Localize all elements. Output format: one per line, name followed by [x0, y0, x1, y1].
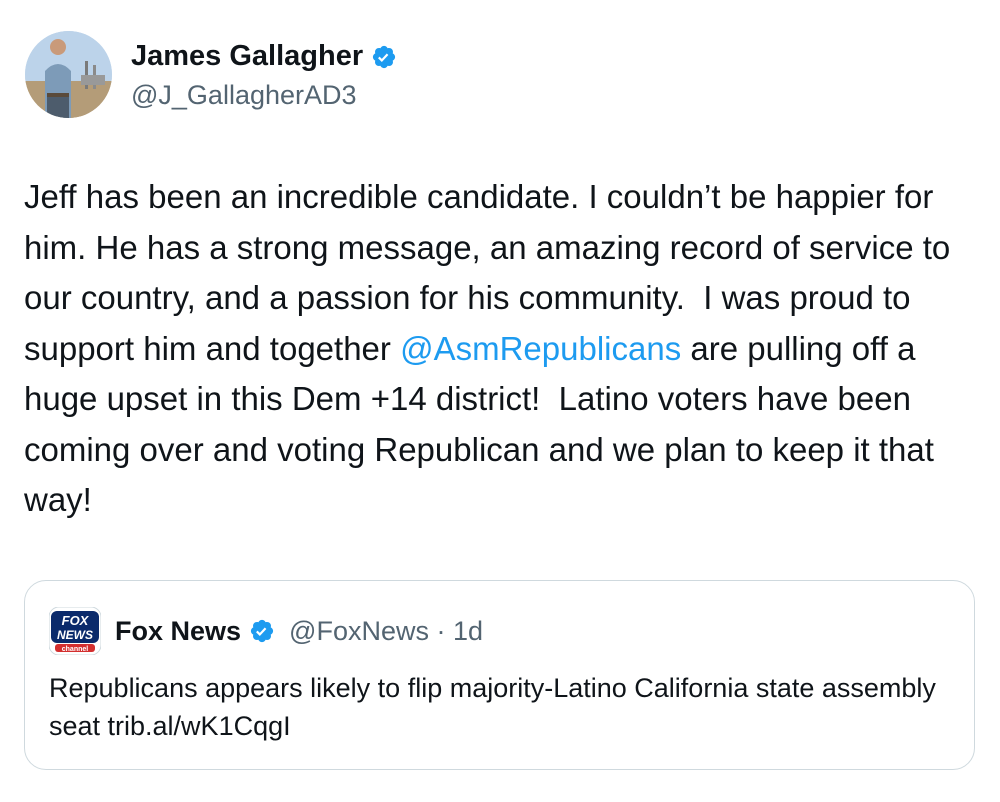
tweet-text: Jeff has been an incredible candidate. I… [24, 172, 984, 526]
quoted-verified-badge-icon [249, 618, 275, 644]
author-display-name[interactable]: James Gallagher [131, 40, 363, 73]
svg-text:FOX: FOX [62, 613, 90, 628]
quoted-handle-meta[interactable]: @FoxNews · 1d [289, 616, 483, 647]
mention-link[interactable]: @AsmRepublicans [400, 330, 681, 367]
svg-text:channel: channel [62, 646, 89, 653]
avatar[interactable] [25, 31, 112, 118]
quoted-tweet-text: Republicans appears likely to flip major… [49, 673, 936, 741]
author-handle[interactable]: @J_GallagherAD3 [131, 80, 357, 111]
fox-news-logo[interactable]: FOX NEWS channel [48, 606, 102, 656]
svg-text:NEWS: NEWS [57, 628, 93, 642]
quoted-tweet-header: FOX NEWS channel Fox News @FoxNews · 1d [48, 606, 483, 656]
verified-badge-icon[interactable] [371, 44, 397, 70]
author-name-row: James Gallagher [131, 40, 397, 73]
quoted-display-name[interactable]: Fox News [115, 616, 241, 647]
profile-photo [25, 31, 112, 118]
quoted-tweet-card[interactable]: FOX NEWS channel Fox News @FoxNews · 1d … [24, 580, 975, 770]
